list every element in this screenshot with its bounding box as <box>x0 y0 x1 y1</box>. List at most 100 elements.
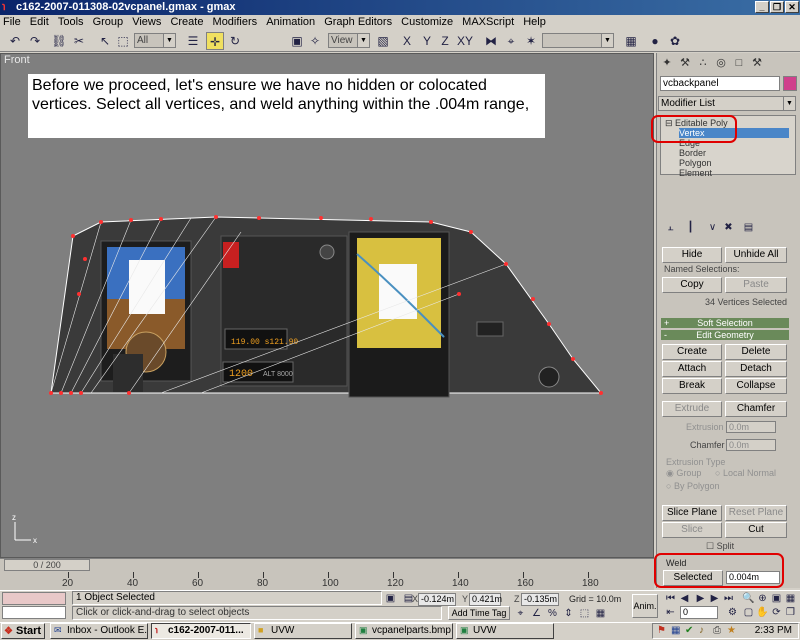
zoom-extents-all-icon[interactable]: ▦ <box>784 592 797 605</box>
chamfer-button[interactable]: Chamfer <box>725 401 787 417</box>
zoom-icon[interactable]: 🔍 <box>742 592 755 605</box>
degradation-icon[interactable]: ▦ <box>594 607 607 620</box>
pan-icon[interactable]: ✋ <box>756 606 769 619</box>
percent-snap-icon[interactable]: % <box>546 607 559 620</box>
extrude-button[interactable]: Extrude <box>662 401 722 417</box>
squash-icon[interactable]: ✧ <box>306 32 324 50</box>
z-coordinate-field[interactable]: -0.135m <box>521 593 559 606</box>
paste-button[interactable]: Paste <box>725 277 787 293</box>
menu-edit[interactable]: Edit <box>30 16 49 28</box>
tray-update-icon[interactable]: ★ <box>727 624 736 638</box>
viewport-label[interactable]: Front <box>4 54 30 66</box>
x-coordinate-field[interactable]: -0.124m <box>418 593 456 606</box>
menu-group[interactable]: Group <box>93 16 124 28</box>
rotate-icon[interactable]: ↻ <box>226 32 244 50</box>
unlink-icon[interactable]: ✂ <box>70 32 88 50</box>
by-polygon-radio[interactable]: ○ By Polygon <box>666 481 719 491</box>
animate-mode-button[interactable]: Anim. <box>632 594 658 618</box>
selection-filter-dropdown[interactable]: All ▼ <box>134 33 176 48</box>
redo-icon[interactable]: ↷ <box>26 32 44 50</box>
arc-rotate-icon[interactable]: ⟳ <box>770 606 783 619</box>
extrusion-spinner[interactable]: 0.0m <box>726 421 776 433</box>
add-time-tag-button[interactable]: Add Time Tag <box>448 606 510 620</box>
pivot-center-icon[interactable]: ▧ <box>374 32 392 50</box>
schematic-icon[interactable]: ▦ <box>622 32 640 50</box>
play-icon[interactable]: ▶ <box>694 592 707 605</box>
window-crossing-icon[interactable]: ⬚ <box>578 607 591 620</box>
time-slider-track[interactable] <box>0 558 654 572</box>
maxscript-input[interactable] <box>2 606 66 619</box>
angle-snap-icon[interactable]: ∠ <box>530 607 543 620</box>
align-icon[interactable]: ⌖ <box>502 32 520 50</box>
create-tab-icon[interactable]: ✦ <box>659 55 675 71</box>
menu-file[interactable]: File <box>3 16 21 28</box>
display-tab-icon[interactable]: □ <box>731 55 747 71</box>
motion-tab-icon[interactable]: ◎ <box>713 55 729 71</box>
reset-plane-button[interactable]: Reset Plane <box>725 505 787 521</box>
render-icon[interactable]: ✿ <box>666 32 684 50</box>
menu-help[interactable]: Help <box>523 16 546 28</box>
group-radio[interactable]: ◉ Group <box>666 468 701 479</box>
zoom-all-icon[interactable]: ⊕ <box>756 592 769 605</box>
y-coordinate-field[interactable]: 0.421m <box>469 593 502 606</box>
attach-button[interactable]: Attach <box>662 361 722 377</box>
region-zoom-icon[interactable]: ▢ <box>742 606 755 619</box>
next-frame-icon[interactable]: ▶ <box>708 592 721 605</box>
local-normal-radio[interactable]: ○ Local Normal <box>715 468 776 478</box>
stack-polygon[interactable]: Polygon <box>679 158 712 168</box>
start-button[interactable]: ❖ Start <box>1 623 45 639</box>
scale-icon[interactable]: ▣ <box>288 32 306 50</box>
menu-modifiers[interactable]: Modifiers <box>213 16 258 28</box>
select-arrow-icon[interactable]: ↖ <box>96 32 114 50</box>
create-button[interactable]: Create <box>662 344 722 360</box>
pin-stack-icon[interactable]: ⫠ <box>664 221 677 234</box>
material-editor-icon[interactable]: ● <box>646 32 664 50</box>
select-by-name-icon[interactable]: ☰ <box>184 32 202 50</box>
zoom-extents-icon[interactable]: ▣ <box>770 592 783 605</box>
task-outlook[interactable]: ✉ Inbox - Outlook E... <box>50 623 148 639</box>
menu-graph-editors[interactable]: Graph Editors <box>324 16 392 28</box>
region-select-icon[interactable]: ⬚ <box>114 32 132 50</box>
lock-selection-icon[interactable]: ▣ <box>384 592 397 605</box>
current-frame-field[interactable]: 0 <box>680 606 718 619</box>
hide-button[interactable]: Hide <box>662 247 722 263</box>
object-color-swatch[interactable] <box>783 76 797 91</box>
move-icon[interactable]: ✛ <box>206 32 224 50</box>
stack-border[interactable]: Border <box>679 148 706 158</box>
tray-language-icon[interactable]: ⚑ <box>657 624 666 638</box>
named-selection-set-dropdown[interactable]: ▼ <box>542 33 614 48</box>
copy-button[interactable]: Copy <box>662 277 722 293</box>
menu-customize[interactable]: Customize <box>401 16 453 28</box>
tray-security-icon[interactable]: ✔ <box>685 624 693 638</box>
detach-button[interactable]: Detach <box>725 361 787 377</box>
soft-selection-rollout[interactable]: + Soft Selection <box>661 318 789 328</box>
snap-toggle-icon[interactable]: ⌖ <box>514 607 527 620</box>
delete-button[interactable]: Delete <box>725 344 787 360</box>
hierarchy-tab-icon[interactable]: ∴ <box>695 55 711 71</box>
slice-button[interactable]: Slice <box>662 522 722 538</box>
object-name-field[interactable]: vcbackpanel <box>660 76 780 91</box>
spinner-snap-icon[interactable]: ⇕ <box>562 607 575 620</box>
undo-icon[interactable]: ↶ <box>6 32 24 50</box>
task-gmax[interactable]: ℩ c162-2007-011... <box>151 623 251 639</box>
maximize-button[interactable]: ❐ <box>770 1 784 13</box>
tray-network-icon[interactable]: ▦ <box>671 624 680 638</box>
menu-views[interactable]: Views <box>132 16 161 28</box>
task-uvw-image[interactable]: ▣ UVW <box>456 623 554 639</box>
time-slider[interactable]: 0 / 200 <box>4 559 90 571</box>
show-end-result-icon[interactable]: ┃ <box>684 221 697 234</box>
maximize-viewport-icon[interactable]: ❐ <box>784 606 797 619</box>
menu-maxscript[interactable]: MAXScript <box>462 16 514 28</box>
goto-start-icon[interactable]: ⏮ <box>664 592 677 605</box>
previous-frame-icon[interactable]: ◀ <box>678 592 691 605</box>
axis-xy-constraint-icon[interactable]: XY <box>456 32 474 50</box>
snap-icon[interactable]: ✶ <box>522 32 540 50</box>
task-bmp[interactable]: ▣vcpanelparts.bmp ... <box>355 623 453 639</box>
close-button[interactable]: ✕ <box>785 1 799 13</box>
mirror-icon[interactable]: ⧓ <box>482 32 500 50</box>
unhide-all-button[interactable]: Unhide All <box>725 247 787 263</box>
tray-volume-icon[interactable]: ♪ <box>699 624 704 638</box>
collapse-button[interactable]: Collapse <box>725 378 787 394</box>
link-icon[interactable]: ⛓ <box>50 32 68 50</box>
break-button[interactable]: Break <box>662 378 722 394</box>
